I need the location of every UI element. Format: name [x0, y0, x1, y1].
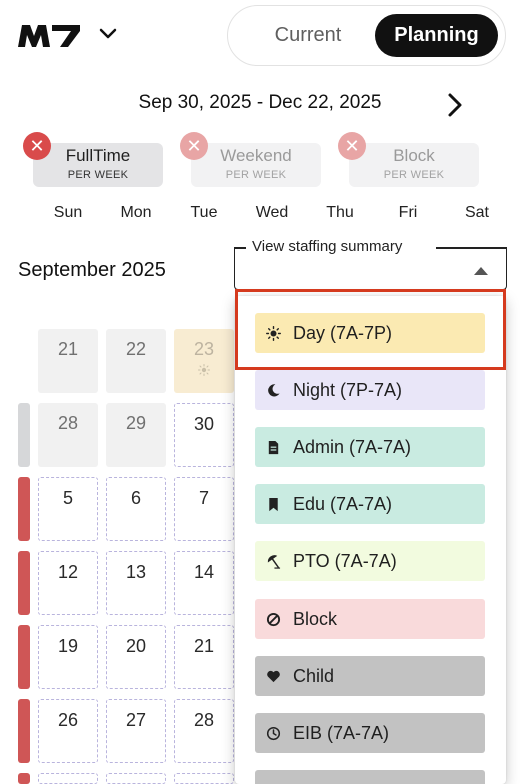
menu-item-night[interactable]: Night (7P-7A) — [255, 370, 485, 410]
week-status-bar — [18, 699, 30, 763]
weekday-fri: Fri — [398, 204, 418, 221]
shift-filter-sub: PER WEEK — [383, 169, 445, 181]
menu-item-label: EIB (7A-7A) — [293, 723, 390, 743]
calendar-day[interactable]: 5 — [38, 477, 98, 541]
weekday-sun: Sun — [53, 204, 83, 221]
shift-type-menu: Day (7A-7P) Night (7P-7A) Admin (7A-7A) … — [235, 296, 506, 784]
weekday-sat: Sat — [464, 204, 489, 221]
calendar-day[interactable]: 21 — [38, 329, 98, 393]
calendar-day[interactable]: 14 — [174, 551, 234, 615]
calendar-day[interactable]: 19 — [38, 625, 98, 689]
calendar-day[interactable]: 13 — [106, 551, 166, 615]
calendar-day[interactable]: 26 — [38, 699, 98, 763]
shift-filter-fulltime[interactable]: FullTime PER WEEK — [33, 143, 163, 187]
menu-item-label: Child — [293, 666, 335, 686]
toggle-current[interactable]: Current — [248, 14, 368, 57]
date-range-text: Sep 30, 2025 - Dec 22, 2025 — [138, 92, 382, 113]
calendar-day[interactable]: 27 — [106, 699, 166, 763]
remove-icon[interactable]: ✕ — [180, 132, 208, 160]
menu-item-label: Night (7P-7A) — [293, 380, 403, 400]
menu-item-day[interactable]: Day (7A-7P) — [255, 313, 485, 353]
caret-up-icon[interactable] — [474, 267, 488, 275]
menu-item-label: PTO (7A-7A) — [293, 551, 397, 571]
menu-item-label: Edu (7A-7A) — [293, 494, 393, 514]
calendar-day[interactable] — [174, 773, 234, 784]
m7-logo[interactable] — [18, 22, 82, 48]
shift-filter-sub: PER WEEK — [225, 169, 287, 181]
menu-item-child[interactable]: Child — [255, 656, 485, 696]
bookmark-icon — [269, 497, 278, 512]
shift-filter-name: Block — [393, 146, 435, 165]
calendar-day[interactable]: 20 — [106, 625, 166, 689]
calendar-day[interactable]: 28 — [38, 403, 98, 467]
calendar-day[interactable]: 21 — [174, 625, 234, 689]
menu-item-pto[interactable]: PTO (7A-7A) — [255, 541, 485, 581]
week-status-bar — [18, 551, 30, 615]
remove-icon[interactable]: ✕ — [338, 132, 366, 160]
calendar-day[interactable]: 28 — [174, 699, 234, 763]
menu-item-edu[interactable]: Edu (7A-7A) — [255, 484, 485, 524]
menu-item-partial[interactable] — [255, 770, 485, 784]
shift-filter-name: Weekend — [220, 146, 292, 165]
toggle-planning[interactable]: Planning — [375, 14, 498, 57]
moon-icon — [268, 384, 280, 397]
shift-filter-sub: PER WEEK — [67, 169, 129, 181]
beach-umbrella-icon — [267, 555, 281, 569]
view-toggle: Current Planning — [227, 5, 506, 66]
calendar-day[interactable]: 7 — [174, 477, 234, 541]
calendar-day-number: 23 — [193, 339, 215, 359]
heart-icon — [267, 670, 280, 683]
menu-item-label: Admin (7A-7A) — [293, 437, 412, 457]
remove-icon[interactable]: ✕ — [23, 132, 51, 160]
menu-item-label: Block — [293, 609, 338, 629]
week-status-bar — [18, 403, 30, 467]
weekday-thu: Thu — [326, 204, 354, 221]
calendar-day[interactable]: 6 — [106, 477, 166, 541]
menu-item-eib[interactable]: EIB (7A-7A) — [255, 713, 485, 753]
shift-filter-name: FullTime — [65, 146, 131, 165]
calendar-day[interactable]: 30 — [174, 403, 234, 467]
chevron-down-icon[interactable] — [98, 26, 118, 42]
select-border — [436, 247, 507, 249]
calendar-day[interactable]: 12 — [38, 551, 98, 615]
clock-icon — [266, 726, 281, 741]
weekday-wed: Wed — [255, 204, 289, 221]
document-icon — [268, 440, 279, 455]
shift-filter-weekend[interactable]: Weekend PER WEEK — [191, 143, 321, 187]
select-border — [234, 247, 246, 249]
sun-icon — [266, 326, 281, 341]
shift-filter-block[interactable]: Block PER WEEK — [349, 143, 479, 187]
week-status-bar — [18, 477, 30, 541]
weekday-tue: Tue — [190, 204, 218, 221]
sun-icon — [198, 364, 210, 376]
chevron-right-icon[interactable] — [444, 92, 466, 118]
calendar-day[interactable] — [106, 773, 166, 784]
menu-item-block[interactable]: Block — [255, 599, 485, 639]
week-status-bar — [18, 773, 30, 784]
month-title: September 2025 — [18, 259, 166, 281]
weekday-mon: Mon — [120, 204, 152, 221]
menu-item-admin[interactable]: Admin (7A-7A) — [255, 427, 485, 467]
calendar-day-today[interactable]: 23 — [174, 329, 234, 393]
calendar-day[interactable]: 22 — [106, 329, 166, 393]
menu-item-label: Day (7A-7P) — [293, 323, 393, 343]
calendar-day[interactable]: 29 — [106, 403, 166, 467]
staffing-summary-label: View staffing summary — [250, 238, 405, 255]
week-status-bar — [18, 625, 30, 689]
calendar-day[interactable] — [38, 773, 98, 784]
block-icon — [266, 612, 281, 627]
